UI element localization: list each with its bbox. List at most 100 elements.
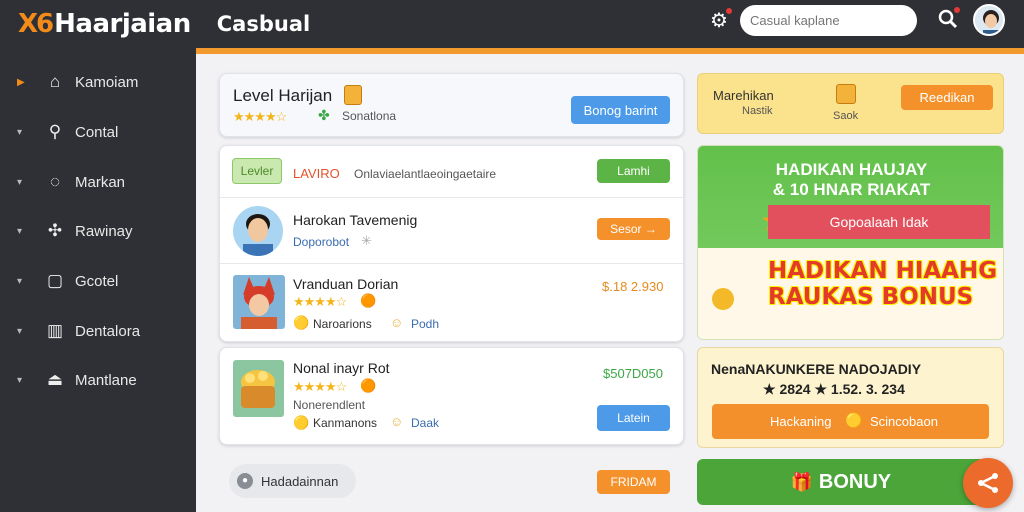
promo-top-title: Marehikan	[713, 88, 774, 103]
brand-name: Haarjaian	[54, 9, 191, 39]
level-title: Level Harijan	[233, 86, 333, 105]
filter-pill-label: Hadadainnan	[261, 474, 339, 489]
filter-pill[interactable]: ● Hadadainnan	[229, 464, 356, 498]
list-header-subtitle: Onlaviaelantlaeoingaetaire	[354, 167, 497, 181]
game-price: $507D050	[603, 366, 663, 381]
sidebar-item-dentalora[interactable]: ▾ ▥ Dentalora	[0, 311, 196, 351]
promo-line-1: HADIKAN HAUJAY	[775, 160, 928, 179]
list-item[interactable]: Harokan Tavemenig Doporobot ✳ Sesor →	[220, 198, 683, 264]
promo-banner-top: HADIKAN HAUJAY & 10 HNAR RIAKAT ★ Gopoal…	[698, 146, 1003, 248]
bonus-button[interactable]: 🎁 BONUY	[697, 459, 985, 505]
sidebar-item-rawinay[interactable]: ▾ ✣ Rawinay	[0, 211, 196, 251]
list-header-title: LAVIRO	[293, 166, 340, 181]
promo-event[interactable]: NenaNAKUNKERE NADOJADIY ★ 2824 ★ 1.52. 3…	[697, 347, 1004, 448]
share-icon[interactable]	[963, 458, 1013, 508]
coin-icon: 🟠	[360, 378, 377, 393]
caret-icon: ▶	[17, 76, 25, 88]
list-item-price: $.18 2.930	[602, 279, 664, 294]
promo-banner-bottom: HADIKAN HIAAHG RAUKAS BONUS	[698, 248, 1003, 339]
promo-big-line-2: RAUKAS BONUS	[768, 284, 974, 310]
smile-icon: ☺	[390, 315, 404, 330]
game-meta: Kanmanons	[313, 416, 378, 430]
caret-icon: ▾	[17, 176, 23, 188]
promo-top-subtitle: Nastik	[742, 105, 773, 117]
accent-strip	[196, 48, 1024, 54]
trophy-icon: 🟡	[293, 315, 310, 330]
promo-top-button[interactable]: Reedikan	[901, 85, 993, 110]
caret-icon: ▾	[17, 275, 23, 287]
game-subtitle: Nonerendlent	[293, 398, 366, 412]
promo-event-button-left: Hackaning	[770, 414, 832, 429]
search-input[interactable]	[740, 5, 917, 36]
search-icon[interactable]	[935, 6, 961, 34]
promo-top-icon-label: Saok	[833, 110, 859, 122]
trophy-icon: 🟡	[293, 415, 310, 430]
promo-banner[interactable]: HADIKAN HAUJAY & 10 HNAR RIAKAT ★ Gopoal…	[697, 145, 1004, 340]
brand-logo: X6	[18, 9, 54, 39]
game-title: Nonal inayr Rot	[293, 360, 390, 376]
sidebar-item-contal[interactable]: ▾ ⚲ Contal	[0, 112, 196, 152]
gift-icon: 🎁	[790, 471, 814, 492]
gear-icon[interactable]: ⚙	[707, 7, 733, 33]
rating-stars: ★★★★☆	[233, 109, 287, 124]
sidebar-item-label: Kamoiam	[75, 73, 139, 91]
caret-icon: ▾	[17, 225, 23, 237]
bonus-button-label: BONUY	[818, 470, 892, 493]
promo-event-button[interactable]: Hackaning 🟡 Scincobaon	[712, 404, 989, 439]
list-header: Levler LAVIRO Onlaviaelantlaeoingaetaire…	[220, 146, 683, 198]
list-item-subtitle: Doporobot	[293, 235, 350, 249]
sidebar-item-kamoiam[interactable]: ▶ ⌂ Kamoiam	[0, 62, 196, 102]
avatar[interactable]	[973, 4, 1005, 36]
list-header-button[interactable]: Lamhi	[597, 159, 670, 183]
list-item[interactable]: Vranduan Dorian ★★★★☆ 🟠 🟡 Naroarions ☺ P…	[220, 264, 683, 342]
caret-icon: ▾	[17, 325, 23, 337]
thumbnail	[233, 275, 285, 329]
caret-icon: ▾	[17, 126, 23, 138]
level-subtitle: Sonatlona	[342, 109, 397, 123]
footer-button[interactable]: FRIDAM	[597, 470, 670, 494]
caret-icon: ▾	[17, 374, 23, 386]
level-card: Level Harijan ★★★★☆ ✤ Sonatlona Bonog ba…	[219, 73, 684, 137]
list-item-meta: Naroarions	[313, 317, 372, 331]
sidebar-item-label: Mantlane	[75, 371, 137, 389]
smile-icon: 🟡	[845, 412, 863, 428]
sidebar-item-mantlane[interactable]: ▾ ⏏ Mantlane	[0, 360, 196, 400]
search-icon: ⚲	[48, 122, 62, 141]
home-icon: ⌂	[49, 72, 61, 91]
chat-icon: ◌	[49, 172, 61, 191]
promo-ribbon: Gopoalaah Idak	[768, 205, 990, 239]
list-card: Levler LAVIRO Onlaviaelantlaeoingaetaire…	[219, 145, 684, 342]
level-action-button[interactable]: Bonog barint	[571, 96, 670, 124]
sidebar-item-label: Rawinay	[75, 222, 133, 240]
list-item-button[interactable]: Sesor →	[597, 218, 670, 240]
list-item-title: Harokan Tavemenig	[293, 212, 418, 228]
avatar	[233, 206, 283, 256]
coin-icon: 🟠	[360, 293, 377, 308]
rating-stars: ★★★★☆	[293, 379, 347, 394]
game-card[interactable]: Nonal inayr Rot ★★★★☆ 🟠 Nonerendlent 🟡 K…	[219, 347, 684, 445]
game-action-button[interactable]: Latein	[597, 405, 670, 431]
clover-icon: ✤	[318, 107, 330, 123]
sidebar-item-label: Dentalora	[75, 322, 141, 340]
list-item-meta: Podh	[411, 317, 440, 331]
puzzle-icon: ✣	[47, 221, 63, 240]
promo-top[interactable]: Marehikan Nastik Saok Reedikan	[697, 73, 1004, 134]
sidebar-item-gcotel[interactable]: ▾ ▢ Gcotel	[0, 261, 196, 301]
notification-dot	[725, 7, 733, 15]
sidebar-item-markan[interactable]: ▾ ◌ Markan	[0, 162, 196, 202]
info-icon: ●	[237, 473, 253, 489]
smile-icon: ☺	[390, 414, 404, 429]
sparkle-icon: ✳	[361, 233, 372, 248]
category-tag[interactable]: Levler	[232, 158, 282, 184]
box-icon: ▢	[46, 271, 64, 290]
promo-event-button-right: Scincobaon	[870, 414, 938, 429]
sidebar-item-label: Gcotel	[75, 272, 119, 290]
sidebar-item-label: Markan	[75, 173, 126, 191]
game-meta: Daak	[411, 416, 440, 430]
badge-icon	[344, 85, 362, 105]
promo-event-title: NenaNAKUNKERE NADOJADIY	[711, 361, 922, 377]
treasure-thumbnail	[233, 360, 284, 417]
brand[interactable]: X6 Haarjaian	[18, 9, 191, 39]
promo-big-line-1: HADIKAN HIAAHG	[768, 258, 998, 284]
coin-icon	[712, 288, 734, 310]
